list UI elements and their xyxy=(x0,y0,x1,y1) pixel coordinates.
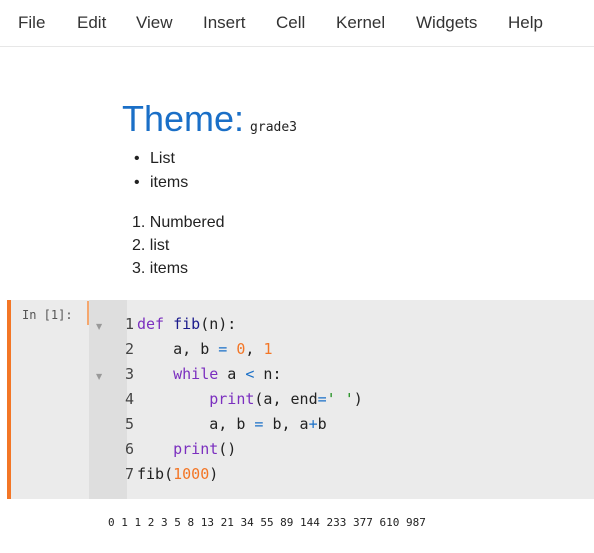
menu-edit[interactable]: Edit xyxy=(77,13,106,33)
markdown-heading: Theme: grade3 xyxy=(122,98,297,140)
code-line[interactable]: a, b = b, a+b xyxy=(137,415,326,433)
menu-bar: File Edit View Insert Cell Kernel Widget… xyxy=(0,0,594,47)
line-number: 1 xyxy=(124,315,134,333)
menu-widgets[interactable]: Widgets xyxy=(416,13,477,33)
bullet-list: List items xyxy=(134,147,188,195)
input-prompt: In [1]: xyxy=(22,308,73,322)
cell-output: 0 1 1 2 3 5 8 13 21 34 55 89 144 233 377… xyxy=(108,516,426,529)
code-line[interactable]: print(a, end=' ') xyxy=(137,390,363,408)
line-number: 5 xyxy=(124,415,134,433)
numbered-item: 3. items xyxy=(132,260,189,277)
line-number: 6 xyxy=(124,440,134,458)
numbered-list: 1. Numbered 2. list 3. items xyxy=(132,211,225,280)
code-line[interactable]: def fib(n): xyxy=(137,315,236,333)
theme-name-code: grade3 xyxy=(250,120,298,135)
menu-file[interactable]: File xyxy=(18,13,45,33)
fold-arrow-icon[interactable]: ▼ xyxy=(96,372,102,381)
line-number: 4 xyxy=(124,390,134,408)
menu-help[interactable]: Help xyxy=(508,13,543,33)
line-number: 3 xyxy=(124,365,134,383)
line-number: 7 xyxy=(124,465,134,483)
fold-arrow-icon[interactable]: ▼ xyxy=(96,322,102,331)
bullet-item: items xyxy=(134,171,188,195)
theme-title: Theme: xyxy=(122,98,245,139)
numbered-item: 1. Numbered xyxy=(132,214,225,231)
line-number: 2 xyxy=(124,340,134,358)
code-line[interactable]: while a < n: xyxy=(137,365,281,383)
menu-view[interactable]: View xyxy=(136,13,173,33)
numbered-item: 2. list xyxy=(132,237,170,254)
code-line[interactable]: fib(1000) xyxy=(137,465,218,483)
bullet-item: List xyxy=(134,147,188,171)
menu-cell[interactable]: Cell xyxy=(276,13,305,33)
menu-kernel[interactable]: Kernel xyxy=(336,13,385,33)
code-line[interactable]: a, b = 0, 1 xyxy=(137,340,272,358)
menu-insert[interactable]: Insert xyxy=(203,13,246,33)
code-line[interactable]: print() xyxy=(137,440,236,458)
